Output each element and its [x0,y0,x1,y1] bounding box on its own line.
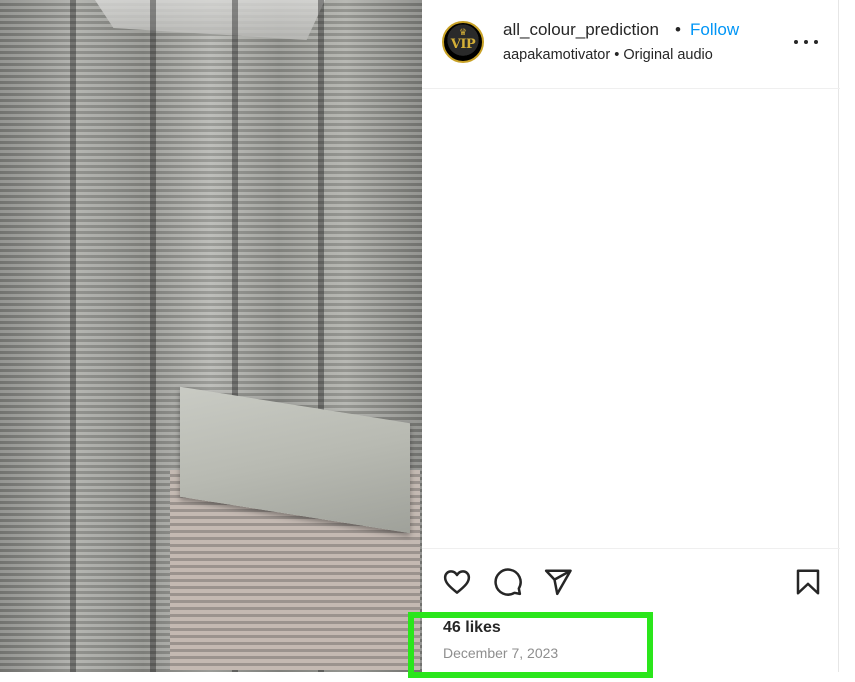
media-shadow [150,0,156,672]
username-link[interactable]: all_colour_prediction [503,20,659,40]
audio-info: aapakamotivator • Original audio [503,47,713,63]
actions-divider [422,548,840,549]
audio-author-link[interactable]: aapakamotivator [503,47,610,63]
crown-icon: ♛ [458,27,468,37]
separator-dot: • [675,20,681,39]
share-icon[interactable] [543,567,573,597]
avatar[interactable]: ♛ VIP [442,21,484,63]
post-media[interactable] [0,0,422,672]
avatar-text: VIP [450,36,476,52]
post-header: ♛ VIP all_colour_prediction • Follow aap… [422,0,840,89]
bookmark-icon[interactable] [793,567,823,597]
highlight-box [408,612,653,678]
more-options-icon[interactable] [794,30,818,54]
post-details-panel: ♛ VIP all_colour_prediction • Follow aap… [422,0,840,672]
heart-icon[interactable] [442,567,472,597]
media-shadow [70,0,76,672]
audio-link[interactable]: Original audio [623,47,712,63]
comment-icon[interactable] [493,567,523,597]
follow-button[interactable]: Follow [690,20,739,40]
audio-separator: • [614,47,620,63]
